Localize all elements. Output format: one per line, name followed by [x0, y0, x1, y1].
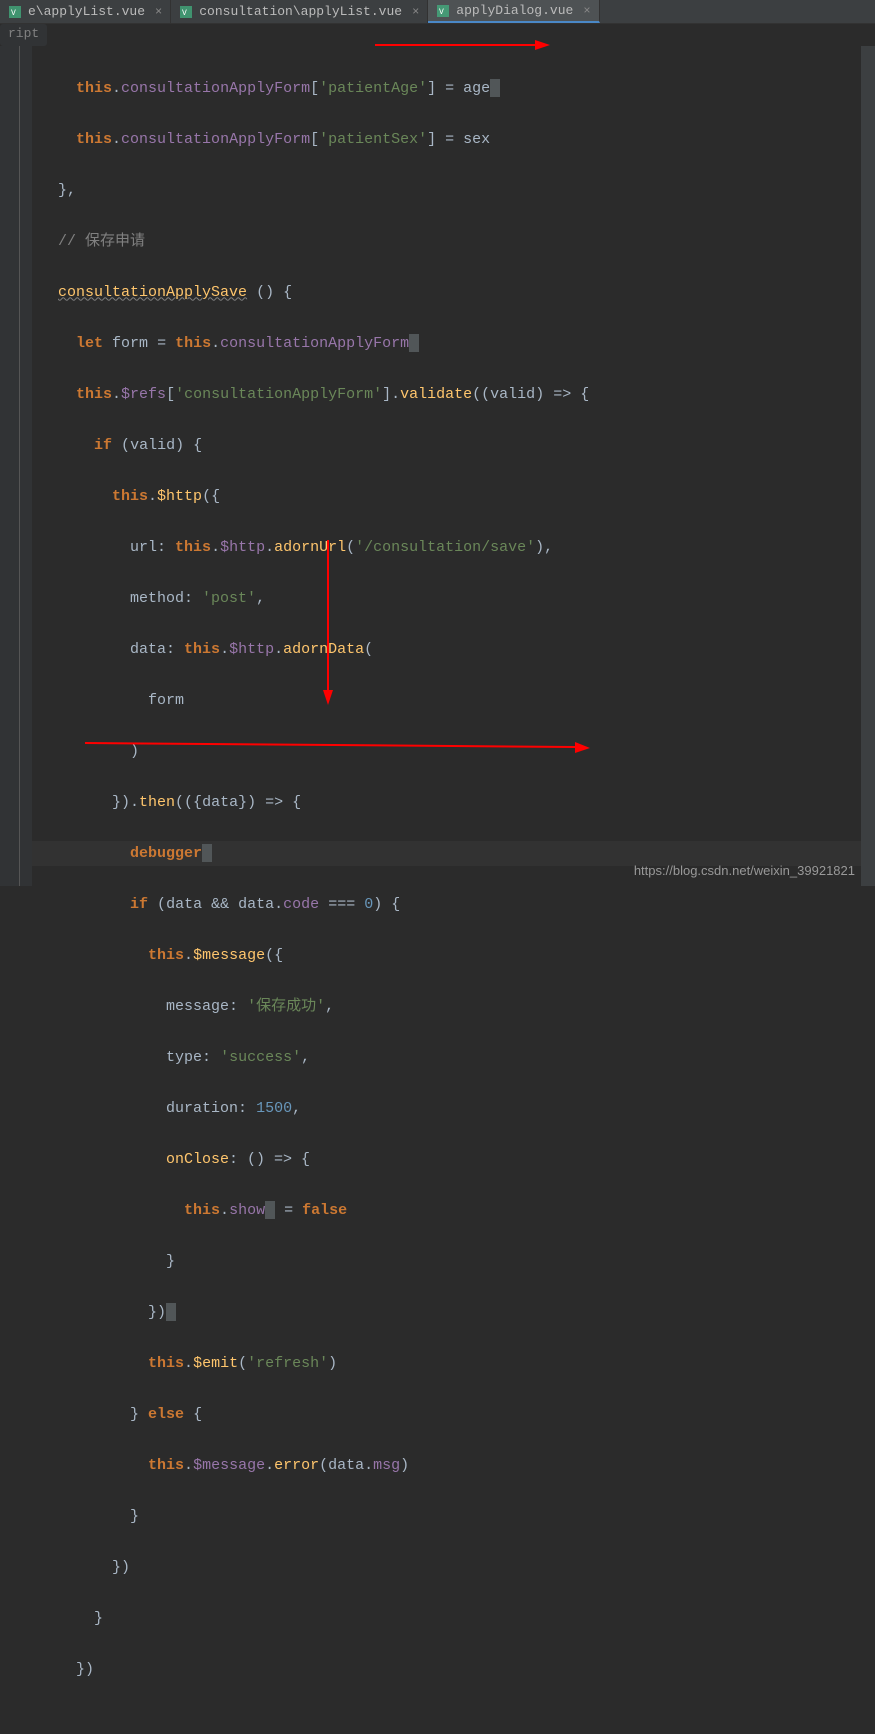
line-gutter — [0, 46, 20, 886]
vertical-scrollbar[interactable] — [861, 46, 875, 886]
close-icon[interactable]: × — [583, 4, 590, 18]
breadcrumb[interactable]: ript — [0, 24, 47, 46]
tab-applydialog[interactable]: V applyDialog.vue × — [428, 0, 599, 23]
vue-file-icon: V — [436, 4, 450, 18]
vue-file-icon: V — [179, 5, 193, 19]
tabs-bar: V e\applyList.vue × V consultation\apply… — [0, 0, 875, 24]
tab-label: applyDialog.vue — [456, 3, 573, 18]
svg-text:V: V — [11, 9, 16, 18]
code-area[interactable]: this.consultationApplyForm['patientAge']… — [32, 46, 861, 886]
tab-label: e\applyList.vue — [28, 4, 145, 19]
tab-applylist-1[interactable]: V e\applyList.vue × — [0, 0, 171, 23]
svg-text:V: V — [182, 9, 187, 18]
close-icon[interactable]: × — [412, 5, 419, 19]
editor: this.consultationApplyForm['patientAge']… — [0, 46, 875, 886]
svg-text:V: V — [439, 8, 444, 17]
tab-applylist-2[interactable]: V consultation\applyList.vue × — [171, 0, 428, 23]
close-icon[interactable]: × — [155, 5, 162, 19]
tab-label: consultation\applyList.vue — [199, 4, 402, 19]
vue-file-icon: V — [8, 5, 22, 19]
watermark: https://blog.csdn.net/weixin_39921821 — [634, 863, 855, 878]
fold-gutter[interactable] — [20, 46, 32, 886]
